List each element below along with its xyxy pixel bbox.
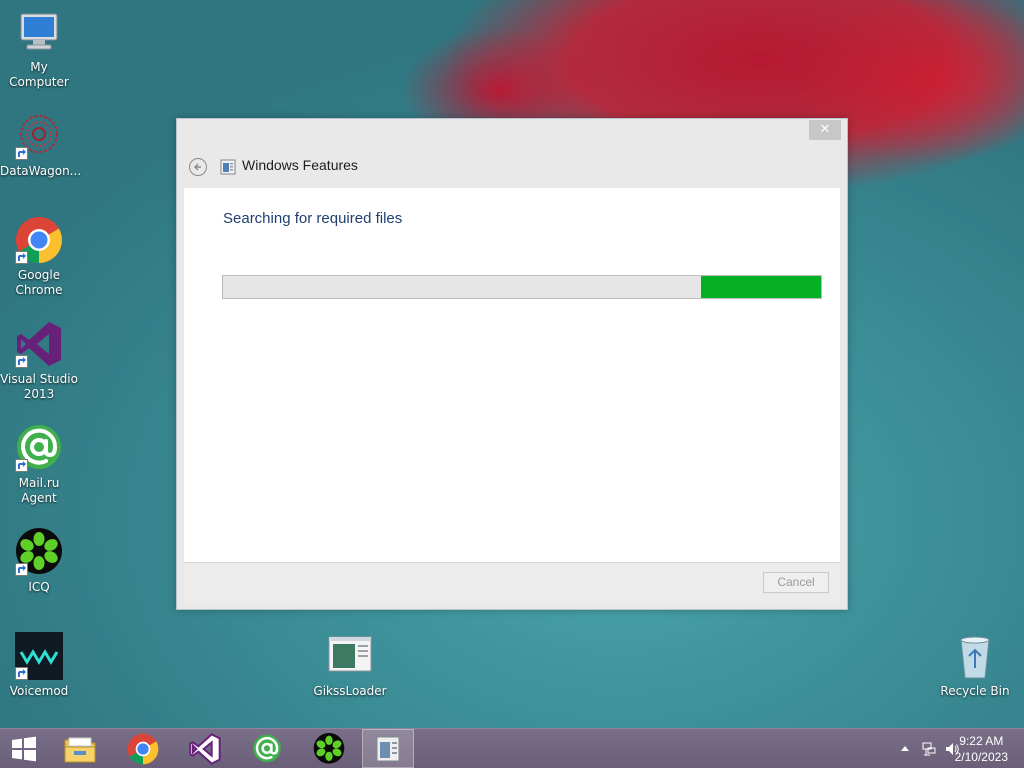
network-icon[interactable] xyxy=(921,741,937,757)
mailru-agent-icon xyxy=(15,424,63,472)
taskbar: 9:22 AM 2/10/2023 xyxy=(0,728,1024,768)
desktop-icon-visual-studio[interactable]: Visual Studio 2013 xyxy=(0,320,78,402)
taskbar-file-explorer[interactable] xyxy=(54,729,106,768)
windows-features-dialog: ✕ Windows Features Searching for require… xyxy=(176,118,848,610)
file-explorer-icon xyxy=(64,737,96,762)
clock-time: 9:22 AM xyxy=(959,734,1004,748)
desktop-icon-label: Visual Studio 2013 xyxy=(0,372,78,401)
desktop-icon-mailru-agent[interactable]: Mail.ru Agent xyxy=(0,424,78,506)
shortcut-arrow-icon xyxy=(15,355,28,368)
desktop-icon-label: Voicemod xyxy=(9,684,69,698)
chrome-icon xyxy=(127,733,159,764)
taskbar-icq[interactable] xyxy=(303,729,355,768)
taskbar-visual-studio[interactable] xyxy=(179,729,231,768)
dialog-title: Windows Features xyxy=(242,157,358,173)
icq-icon xyxy=(15,528,63,576)
desktop-icon-gikssloader[interactable]: GikssLoader xyxy=(311,632,389,699)
taskbar-mailru-agent[interactable] xyxy=(241,729,293,768)
progress-bar-fill xyxy=(701,276,821,298)
system-tray: 9:22 AM 2/10/2023 xyxy=(864,729,1024,768)
status-text: Searching for required files xyxy=(223,210,403,227)
recycle-bin-icon xyxy=(951,632,999,680)
windows-features-icon xyxy=(376,736,400,761)
desktop-icon-label: Mail.ru Agent xyxy=(18,476,60,505)
shortcut-arrow-icon xyxy=(15,251,28,264)
desktop: My Computer DataWagon... Google Chrome V… xyxy=(0,0,1024,768)
desktop-icon-my-computer[interactable]: My Computer xyxy=(0,8,78,90)
dialog-content: Searching for required files xyxy=(184,188,840,562)
back-button[interactable] xyxy=(189,158,207,176)
chrome-icon xyxy=(15,216,63,264)
windows-features-icon xyxy=(220,159,236,175)
cancel-button[interactable]: Cancel xyxy=(763,572,829,593)
desktop-icon-label: GikssLoader xyxy=(313,684,387,698)
voicemod-icon xyxy=(15,632,63,680)
visual-studio-icon xyxy=(15,320,63,368)
icq-icon xyxy=(313,732,345,764)
computer-icon xyxy=(15,8,63,56)
desktop-icon-label: Recycle Bin xyxy=(940,684,1010,698)
mailru-agent-icon xyxy=(253,734,281,762)
shortcut-arrow-icon xyxy=(15,667,28,680)
clock-date: 2/10/2023 xyxy=(954,750,1008,764)
desktop-icon-label: Google Chrome xyxy=(15,268,63,297)
desktop-icon-label: DataWagon... xyxy=(0,164,82,178)
desktop-icon-google-chrome[interactable]: Google Chrome xyxy=(0,216,78,298)
shortcut-arrow-icon xyxy=(15,459,28,472)
desktop-icon-datawagon[interactable]: DataWagon... xyxy=(0,112,82,179)
datawagon-icon xyxy=(15,112,63,160)
desktop-icon-voicemod[interactable]: Voicemod xyxy=(0,632,78,699)
back-arrow-icon xyxy=(193,163,201,171)
start-icon xyxy=(12,736,36,761)
desktop-icon-recycle-bin[interactable]: Recycle Bin xyxy=(936,632,1014,699)
taskbar-chrome[interactable] xyxy=(117,729,169,768)
progress-bar xyxy=(222,275,822,299)
application-icon xyxy=(326,632,374,680)
visual-studio-icon xyxy=(189,732,221,765)
shortcut-arrow-icon xyxy=(15,563,28,576)
dialog-footer: Cancel xyxy=(184,562,840,603)
desktop-icon-label: My Computer xyxy=(9,60,69,89)
close-button[interactable]: ✕ xyxy=(809,120,841,140)
taskbar-windows-features[interactable] xyxy=(362,729,414,768)
desktop-icon-icq[interactable]: ICQ xyxy=(0,528,78,595)
show-hidden-icons-icon[interactable] xyxy=(900,744,910,752)
shortcut-arrow-icon xyxy=(15,147,28,160)
desktop-icon-label: ICQ xyxy=(28,580,50,594)
start-button[interactable] xyxy=(0,729,48,768)
clock[interactable]: 9:22 AM 2/10/2023 xyxy=(955,733,1008,765)
